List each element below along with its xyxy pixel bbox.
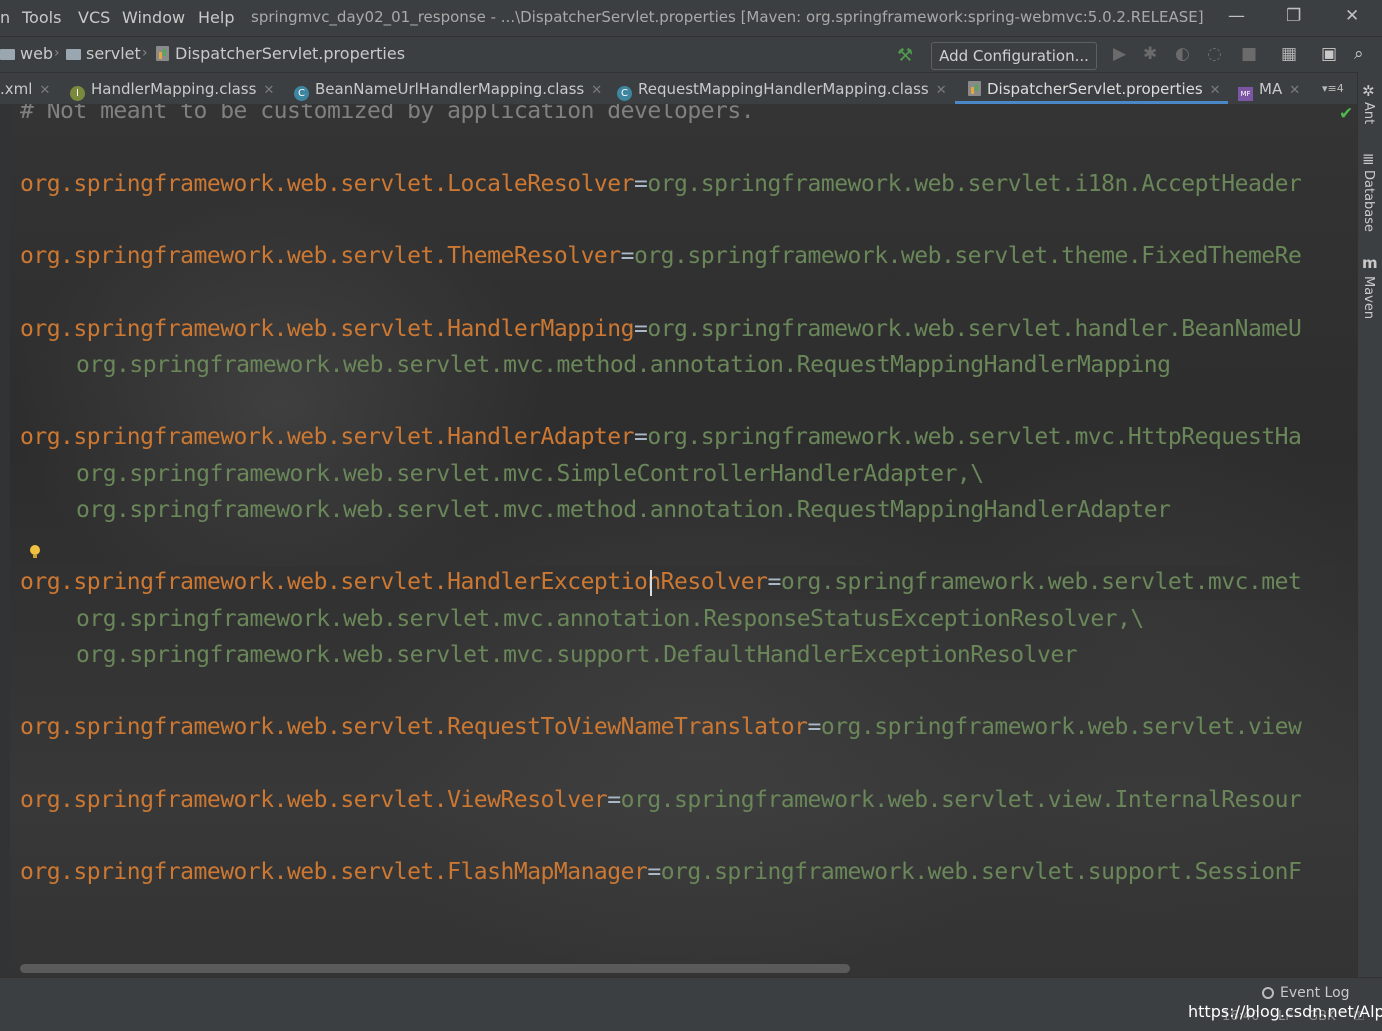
chevron-right-icon: › [142, 45, 148, 61]
tool-maven[interactable]: Maven [1361, 276, 1376, 319]
code-line-theme-resolver: org.springframework.web.servlet.ThemeRes… [20, 243, 1302, 269]
menu-partial[interactable]: n [0, 8, 10, 27]
code-line-handler-exception-resolver-cont-1: org.springframework.web.servlet.mvc.anno… [76, 606, 1144, 632]
text-caret [650, 570, 652, 596]
code-line-flash-map-manager: org.springframework.web.servlet.FlashMap… [20, 859, 1302, 885]
debug-icon[interactable]: ✱ [1143, 44, 1157, 64]
menu-window[interactable]: Window [122, 8, 185, 27]
code-line-view-resolver: org.springframework.web.servlet.ViewReso… [20, 787, 1302, 813]
breadcrumb-servlet[interactable]: servlet [66, 44, 141, 63]
run-icon[interactable]: ▶ [1113, 44, 1126, 64]
project-structure-icon[interactable]: ▦ [1281, 44, 1297, 64]
search-icon[interactable]: ⌕ [1354, 44, 1364, 64]
code-line-handler-exception-resolver: org.springframework.web.servlet.HandlerE… [20, 569, 1302, 595]
tab-manifest[interactable]: MF MA ✕ [1238, 73, 1300, 105]
breadcrumb-file[interactable]: DispatcherServlet.properties [156, 44, 405, 63]
inspection-ok-icon: ✔ [1339, 104, 1354, 124]
event-log-icon [1262, 987, 1274, 999]
code-line-handler-adapter-cont-1: org.springframework.web.servlet.mvc.Simp… [76, 461, 984, 487]
event-log-button[interactable]: Event Log [1262, 985, 1350, 1001]
horizontal-scrollbar[interactable] [20, 964, 850, 973]
class-icon: C [617, 86, 632, 101]
database-icon: ≣ [1362, 150, 1375, 168]
code-line-locale-resolver: org.springframework.web.servlet.LocaleRe… [20, 171, 1302, 197]
menu-vcs[interactable]: VCS [78, 8, 110, 27]
class-icon: C [294, 86, 309, 101]
close-icon[interactable]: ✕ [936, 83, 947, 98]
code-line-handler-exception-resolver-cont-2: org.springframework.web.servlet.mvc.supp… [76, 642, 1078, 668]
tool-database[interactable]: Database [1361, 170, 1376, 232]
watermark-text: https://blog.csdn.net/Alphr [1188, 1002, 1382, 1021]
tab-request-mapping-handler-mapping[interactable]: C RequestMappingHandlerMapping.class ✕ [617, 73, 947, 105]
code-line-request-to-view-name-translator: org.springframework.web.servlet.RequestT… [20, 714, 1302, 740]
minimize-button[interactable]: — [1228, 6, 1245, 26]
profile-icon[interactable]: ◌ [1207, 44, 1222, 64]
terminal-window-icon[interactable]: ▣ [1321, 44, 1337, 64]
code-line-handler-mapping-cont: org.springframework.web.servlet.mvc.meth… [76, 352, 1171, 378]
tab-bean-name-url-handler-mapping[interactable]: C BeanNameUrlHandlerMapping.class ✕ [294, 73, 602, 105]
close-button[interactable]: ✕ [1345, 6, 1359, 26]
stop-icon[interactable]: ■ [1241, 44, 1257, 64]
ant-icon: ✲ [1362, 82, 1375, 100]
menu-tools[interactable]: Tools [22, 8, 61, 27]
properties-icon [968, 81, 981, 96]
maven-icon: m [1362, 254, 1378, 272]
code-line-handler-adapter-cont-2: org.springframework.web.servlet.mvc.meth… [76, 497, 1171, 523]
code-line-handler-mapping: org.springframework.web.servlet.HandlerM… [20, 316, 1302, 342]
comment-line: # Not meant to be customized by applicat… [20, 104, 755, 124]
manifest-icon: MF [1238, 87, 1253, 101]
folder-icon [66, 49, 81, 60]
right-tool-strip: ✲ Ant ≣ Database m Maven [1357, 72, 1382, 977]
tab-handler-mapping[interactable]: I HandlerMapping.class ✕ [70, 73, 274, 105]
properties-icon [156, 46, 169, 61]
folder-icon [0, 49, 15, 60]
close-icon[interactable]: ✕ [39, 83, 50, 98]
window-title: springmvc_day02_01_response - ...\Dispat… [251, 8, 1204, 26]
code-line-handler-adapter: org.springframework.web.servlet.HandlerA… [20, 424, 1302, 450]
tool-ant[interactable]: Ant [1361, 102, 1376, 124]
tab-xml[interactable]: .xml ✕ [0, 73, 50, 105]
code-editor[interactable]: ✔ # Not meant to be customized by applic… [0, 104, 1357, 977]
interface-icon: I [70, 86, 85, 101]
restore-button[interactable]: ❐ [1286, 6, 1301, 26]
chevron-right-icon: › [54, 45, 60, 61]
status-bar: Event Log 16:40 LF GBK ⚿ https://blog.cs… [0, 977, 1382, 1031]
menu-help[interactable]: Help [198, 8, 234, 27]
tab-overflow-button[interactable]: ▾≡4 [1322, 73, 1344, 105]
editor-gutter [0, 104, 10, 977]
navigation-bar: web › servlet › DispatcherServlet.proper… [0, 36, 1382, 73]
close-icon[interactable]: ✕ [1289, 83, 1300, 98]
coverage-icon[interactable]: ◐ [1175, 44, 1190, 64]
add-configuration-button[interactable]: Add Configuration... [931, 42, 1097, 70]
close-icon[interactable]: ✕ [591, 83, 602, 98]
build-hammer-icon[interactable]: ⚒ [897, 45, 913, 66]
breadcrumb-web[interactable]: web [0, 44, 53, 63]
close-icon[interactable]: ✕ [1210, 83, 1221, 98]
title-bar: n Tools VCS Window Help springmvc_day02_… [0, 0, 1382, 36]
lightbulb-icon[interactable] [29, 545, 41, 559]
close-icon[interactable]: ✕ [263, 83, 274, 98]
